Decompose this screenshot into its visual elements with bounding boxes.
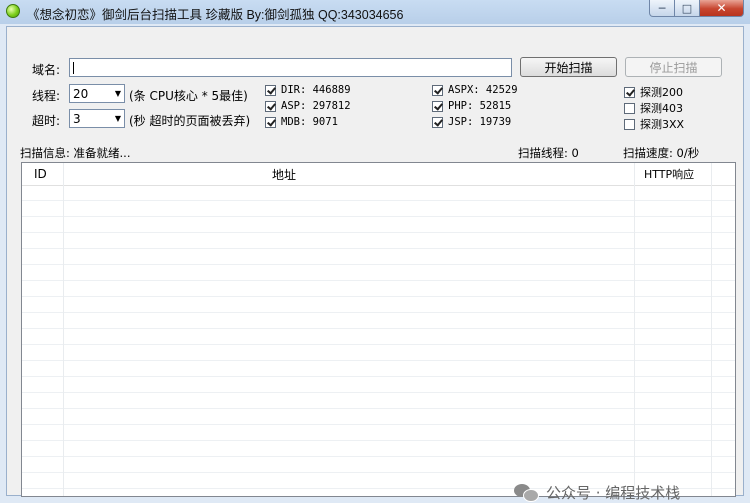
checkbox-box (624, 102, 635, 114)
timeout-select[interactable]: 3 ▼ (69, 109, 125, 128)
checkbox-mdb-label: MDB: 9071 (281, 116, 338, 128)
watermark: 公众号 · 编程技术栈 (514, 482, 680, 503)
checkbox-asp-label: ASP: 297812 (281, 100, 351, 112)
column-header-http-response[interactable]: HTTP响应 (644, 163, 694, 185)
checkbox-box (265, 100, 276, 112)
probe-3xx-label: 探测3XX (640, 118, 685, 131)
column-divider (711, 163, 712, 496)
check-icon (434, 116, 443, 127)
scan-info-status: 扫描信息: 准备就绪... (20, 146, 131, 160)
checkbox-box (624, 86, 635, 98)
watermark-text: 公众号 · 编程技术栈 (546, 484, 681, 502)
checkbox-asp[interactable]: ASP: 297812 (265, 100, 351, 112)
chevron-down-icon: ▼ (114, 89, 121, 98)
title-bar[interactable]: 《想念初恋》御剑后台扫描工具 珍藏版 By:御剑孤独 QQ:343034656 … (0, 0, 750, 24)
minimize-button[interactable]: ─ (649, 0, 675, 17)
table-header: ID 地址 HTTP响应 (22, 163, 735, 186)
checkbox-box (432, 116, 443, 128)
timeout-value: 3 (73, 112, 81, 126)
checkbox-php-label: PHP: 52815 (448, 100, 512, 112)
results-table[interactable]: ID 地址 HTTP响应 (21, 162, 736, 497)
checkbox-dir-label: DIR: 446889 (281, 84, 351, 96)
main-panel: 域名: 开始扫描 停止扫描 线程: 20 ▼ (条 CPU核心 * 5最佳) 超… (6, 26, 744, 502)
chevron-down-icon: ▼ (114, 114, 121, 123)
check-icon (434, 100, 443, 111)
stop-scan-button[interactable]: 停止扫描 (625, 57, 722, 77)
column-divider (63, 163, 64, 496)
checkbox-box (624, 118, 635, 130)
close-icon: ✕ (716, 1, 727, 15)
window-controls: ─ □ ✕ (649, 0, 744, 17)
column-divider (634, 163, 635, 496)
check-icon (267, 84, 276, 95)
probe-403-label: 探测403 (640, 102, 683, 115)
checkbox-dir[interactable]: DIR: 446889 (265, 84, 351, 96)
checkbox-php[interactable]: PHP: 52815 (432, 100, 511, 112)
threads-value: 20 (73, 87, 89, 101)
domain-input[interactable] (69, 58, 512, 77)
column-header-id[interactable]: ID (34, 163, 47, 185)
checkbox-aspx-label: ASPX: 42529 (448, 84, 518, 96)
checkbox-probe-403[interactable]: 探测403 (624, 100, 683, 116)
checkbox-jsp[interactable]: JSP: 19739 (432, 116, 511, 128)
close-button[interactable]: ✕ (700, 0, 744, 17)
maximize-button[interactable]: □ (675, 0, 700, 17)
check-icon (434, 84, 443, 95)
scan-threads-status: 扫描线程: 0 (518, 146, 579, 160)
threads-select[interactable]: 20 ▼ (69, 84, 125, 103)
checkbox-box (432, 100, 443, 112)
window-title: 《想念初恋》御剑后台扫描工具 珍藏版 By:御剑孤独 QQ:343034656 (27, 8, 404, 22)
checkbox-probe-200[interactable]: 探测200 (624, 84, 683, 100)
wechat-icon (514, 483, 540, 502)
column-header-address[interactable]: 地址 (272, 163, 296, 185)
start-scan-button[interactable]: 开始扫描 (520, 57, 617, 77)
maximize-icon: □ (681, 1, 693, 15)
checkbox-mdb[interactable]: MDB: 9071 (265, 116, 338, 128)
check-icon (626, 86, 635, 97)
threads-label: 线程: (32, 89, 61, 103)
text-caret (73, 62, 74, 74)
checkbox-probe-3xx[interactable]: 探测3XX (624, 116, 684, 132)
check-icon (267, 116, 276, 127)
checkbox-jsp-label: JSP: 19739 (448, 116, 512, 128)
checkbox-box (265, 116, 276, 128)
checkbox-box (265, 84, 276, 96)
domain-label: 域名: (32, 63, 61, 77)
timeout-hint: (秒 超时的页面被丢弃) (129, 114, 251, 128)
checkbox-box (432, 84, 443, 96)
timeout-label: 超时: (32, 114, 61, 128)
scan-speed-status: 扫描速度: 0/秒 (623, 146, 700, 160)
app-icon (6, 4, 20, 18)
threads-hint: (条 CPU核心 * 5最佳) (129, 89, 248, 103)
probe-200-label: 探测200 (640, 86, 683, 99)
checkbox-aspx[interactable]: ASPX: 42529 (432, 84, 518, 96)
minimize-icon: ─ (658, 1, 666, 15)
table-body (22, 185, 735, 496)
check-icon (267, 100, 276, 111)
